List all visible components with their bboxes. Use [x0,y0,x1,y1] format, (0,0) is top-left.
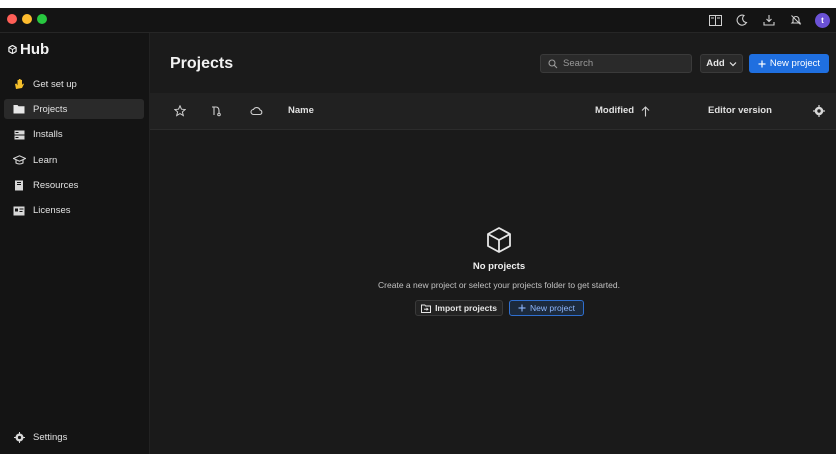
close-window-button[interactable] [7,14,17,24]
sidebar-item-learn[interactable]: Learn [4,150,144,170]
bell-icon[interactable] [788,12,804,28]
book-icon[interactable] [707,12,723,28]
gear-icon [12,430,26,444]
sidebar-item-installs[interactable]: Installs [4,125,144,145]
empty-new-project-label: New project [530,303,575,313]
version-control-icon[interactable] [209,103,225,119]
maximize-window-button[interactable] [37,14,47,24]
empty-state-title: No projects [472,261,526,272]
license-icon [12,204,26,218]
graduation-cap-icon [12,153,26,167]
import-projects-label: Import projects [435,303,497,313]
folder-icon [12,102,26,116]
installs-icon [12,128,26,142]
search-input[interactable]: Search [540,54,692,73]
plus-icon [758,60,766,67]
cube-icon [485,226,513,259]
brand-name: Hub [20,41,50,58]
import-folder-icon [421,304,432,313]
add-button[interactable]: Add [700,54,743,73]
cube-logo-icon [8,45,17,54]
sidebar-item-settings[interactable]: Settings [12,430,67,444]
sidebar-item-label: Installs [33,129,63,141]
add-label: Add [706,58,725,69]
hub-logo: Hub [8,41,49,58]
search-placeholder: Search [563,58,594,69]
sidebar: Hub Get set up Projects Installs Learn R… [0,33,150,454]
search-icon [548,58,558,69]
sidebar-item-label: Learn [33,154,58,166]
sidebar-item-projects[interactable]: Projects [4,99,144,120]
table-header: Name Modified Editor version [150,93,836,130]
column-modified[interactable]: Modified [595,105,634,116]
avatar[interactable]: t [815,12,830,28]
resources-icon [12,179,26,193]
sidebar-item-resources[interactable]: Resources [4,176,144,196]
settings-label: Settings [33,431,68,443]
column-settings-gear-icon[interactable] [811,103,827,119]
minimize-window-button[interactable] [22,14,32,24]
column-name[interactable]: Name [288,105,314,116]
sidebar-item-label: Projects [33,103,68,115]
sidebar-item-licenses[interactable]: Licenses [4,201,144,221]
sidebar-nav: Get set up Projects Installs Learn Resou… [4,74,144,226]
sidebar-item-label: Resources [33,180,79,192]
waving-hand-icon [12,77,26,91]
hub-window: t Hub Get set up Projects Installs Learn… [0,8,836,454]
sidebar-item-label: Licenses [33,205,71,217]
sidebar-item-label: Get set up [33,78,77,90]
moon-icon[interactable] [734,12,750,28]
column-editor-version[interactable]: Editor version [708,105,772,116]
star-icon[interactable] [172,103,188,119]
main-panel: Projects Search Add New project Name Mod… [150,33,836,454]
cloud-icon[interactable] [248,103,264,119]
page-title: Projects [170,55,234,72]
chevron-down-icon [729,61,737,66]
arrow-up-icon[interactable] [637,103,653,119]
download-icon[interactable] [761,12,777,28]
sidebar-item-get-set-up[interactable]: Get set up [4,74,144,94]
new-project-button[interactable]: New project [749,54,829,73]
empty-state-description: Create a new project or select your proj… [378,280,620,290]
plus-icon [518,304,526,312]
empty-new-project-button[interactable]: New project [509,300,584,316]
import-projects-button[interactable]: Import projects [415,300,503,316]
projects-list-area: No projects Create a new project or sele… [150,130,836,454]
title-bar: t [0,8,836,33]
new-project-label: New project [769,58,821,69]
